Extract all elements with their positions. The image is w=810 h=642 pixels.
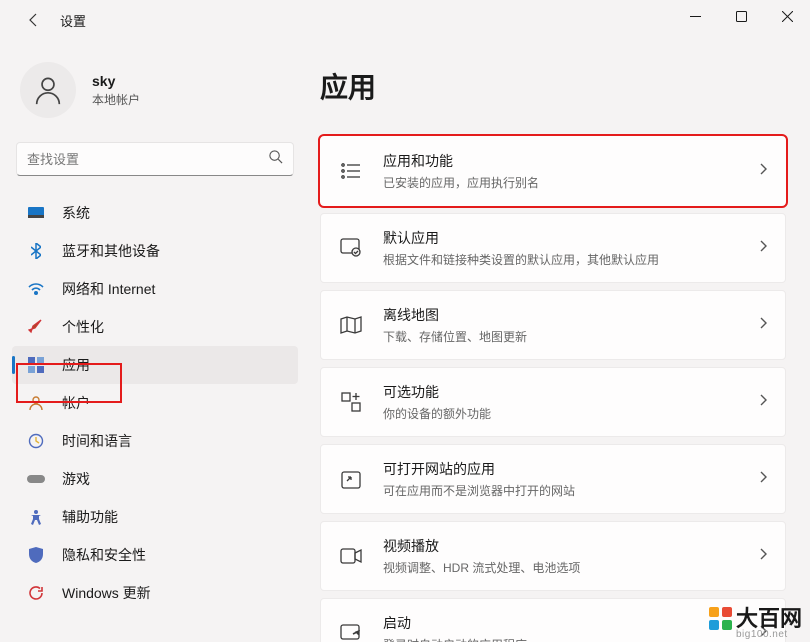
sidebar-item-label: 游戏	[62, 469, 90, 489]
sidebar: sky 本地帐户 系统 蓝牙和其他设备	[0, 40, 310, 642]
update-icon	[26, 583, 46, 603]
card-title: 默认应用	[383, 228, 759, 248]
username: sky	[92, 73, 140, 89]
sidebar-item-label: 隐私和安全性	[62, 545, 146, 565]
brush-icon	[26, 317, 46, 337]
card-optional-features[interactable]: 可选功能 你的设备的额外功能	[320, 367, 786, 437]
sidebar-item-label: 蓝牙和其他设备	[62, 241, 160, 261]
sidebar-item-label: 辅助功能	[62, 507, 118, 527]
card-title: 可打开网站的应用	[383, 459, 759, 479]
titlebar: 设置	[0, 0, 810, 40]
close-button[interactable]	[764, 0, 810, 32]
nav-list: 系统 蓝牙和其他设备 网络和 Internet 个性化	[12, 194, 298, 612]
sidebar-item-label: 个性化	[62, 317, 104, 337]
card-title: 启动	[383, 613, 759, 633]
account-icon	[26, 393, 46, 413]
sidebar-item-label: 应用	[62, 355, 90, 375]
back-button[interactable]	[24, 10, 44, 30]
add-feature-icon	[339, 390, 363, 414]
chevron-right-icon	[759, 162, 767, 180]
sidebar-item-personalization[interactable]: 个性化	[12, 308, 298, 346]
sidebar-item-bluetooth[interactable]: 蓝牙和其他设备	[12, 232, 298, 270]
watermark-name: 大百网	[736, 608, 802, 630]
card-offline-maps[interactable]: 离线地图 下载、存储位置、地图更新	[320, 290, 786, 360]
gamepad-icon	[26, 469, 46, 489]
search-box[interactable]	[16, 142, 294, 176]
minimize-button[interactable]	[672, 0, 718, 32]
wifi-icon	[26, 279, 46, 299]
sidebar-item-label: 时间和语言	[62, 431, 132, 451]
sidebar-item-accounts[interactable]: 帐户	[12, 384, 298, 422]
user-type: 本地帐户	[92, 91, 140, 108]
clock-globe-icon	[26, 431, 46, 451]
chevron-right-icon	[759, 316, 767, 334]
watermark-logo-icon	[709, 607, 732, 630]
minimize-icon	[690, 11, 701, 22]
card-apps-for-websites[interactable]: 可打开网站的应用 可在应用而不是浏览器中打开的网站	[320, 444, 786, 514]
sidebar-item-gaming[interactable]: 游戏	[12, 460, 298, 498]
sidebar-item-label: 网络和 Internet	[62, 279, 155, 299]
card-sub: 下载、存储位置、地图更新	[383, 328, 759, 345]
apps-icon	[26, 355, 46, 375]
sidebar-item-windows-update[interactable]: Windows 更新	[12, 574, 298, 612]
card-title: 视频播放	[383, 536, 759, 556]
search-icon	[268, 149, 283, 169]
card-title: 应用和功能	[383, 151, 759, 171]
sidebar-item-apps[interactable]: 应用	[12, 346, 298, 384]
monitor-icon	[26, 203, 46, 223]
card-sub: 你的设备的额外功能	[383, 405, 759, 422]
person-icon	[31, 73, 65, 107]
card-sub: 根据文件和链接种类设置的默认应用，其他默认应用	[383, 251, 759, 268]
card-apps-features[interactable]: 应用和功能 已安装的应用，应用执行别名	[320, 136, 786, 206]
card-video-playback[interactable]: 视频播放 视频调整、HDR 流式处理、电池选项	[320, 521, 786, 591]
chevron-right-icon	[759, 393, 767, 411]
arrow-left-icon	[26, 12, 42, 28]
map-icon	[339, 313, 363, 337]
avatar	[20, 62, 76, 118]
sidebar-item-label: Windows 更新	[62, 583, 151, 603]
sidebar-item-label: 系统	[62, 203, 90, 223]
user-block[interactable]: sky 本地帐户	[12, 54, 298, 134]
close-icon	[782, 11, 793, 22]
search-input[interactable]	[27, 152, 268, 167]
bluetooth-icon	[26, 241, 46, 261]
sidebar-item-label: 帐户	[62, 393, 90, 413]
sidebar-item-accessibility[interactable]: 辅助功能	[12, 498, 298, 536]
sidebar-item-network[interactable]: 网络和 Internet	[12, 270, 298, 308]
open-external-icon	[339, 467, 363, 491]
video-icon	[339, 544, 363, 568]
sidebar-item-time-language[interactable]: 时间和语言	[12, 422, 298, 460]
chevron-right-icon	[759, 470, 767, 488]
default-apps-icon	[339, 236, 363, 260]
watermark-url: big100.net	[736, 630, 802, 640]
startup-icon	[339, 621, 363, 642]
main-content: 应用 应用和功能 已安装的应用，应用执行别名 默认应用	[310, 40, 810, 642]
card-default-apps[interactable]: 默认应用 根据文件和链接种类设置的默认应用，其他默认应用	[320, 213, 786, 283]
card-sub: 视频调整、HDR 流式处理、电池选项	[383, 559, 759, 576]
card-title: 离线地图	[383, 305, 759, 325]
accessibility-icon	[26, 507, 46, 527]
chevron-right-icon	[759, 547, 767, 565]
card-sub: 可在应用而不是浏览器中打开的网站	[383, 482, 759, 499]
card-title: 可选功能	[383, 382, 759, 402]
sidebar-item-privacy[interactable]: 隐私和安全性	[12, 536, 298, 574]
card-sub: 已安装的应用，应用执行别名	[383, 174, 759, 191]
watermark: 大百网 big100.net	[709, 607, 802, 640]
chevron-right-icon	[759, 239, 767, 257]
sidebar-item-system[interactable]: 系统	[12, 194, 298, 232]
shield-icon	[26, 545, 46, 565]
maximize-button[interactable]	[718, 0, 764, 32]
card-sub: 登录时自动启动的应用程序	[383, 636, 759, 642]
maximize-icon	[736, 11, 747, 22]
window-title: 设置	[60, 11, 86, 30]
card-list: 应用和功能 已安装的应用，应用执行别名 默认应用 根据文件和链接种类设置的默认应…	[320, 136, 786, 642]
list-icon	[339, 159, 363, 183]
page-title: 应用	[320, 66, 786, 106]
